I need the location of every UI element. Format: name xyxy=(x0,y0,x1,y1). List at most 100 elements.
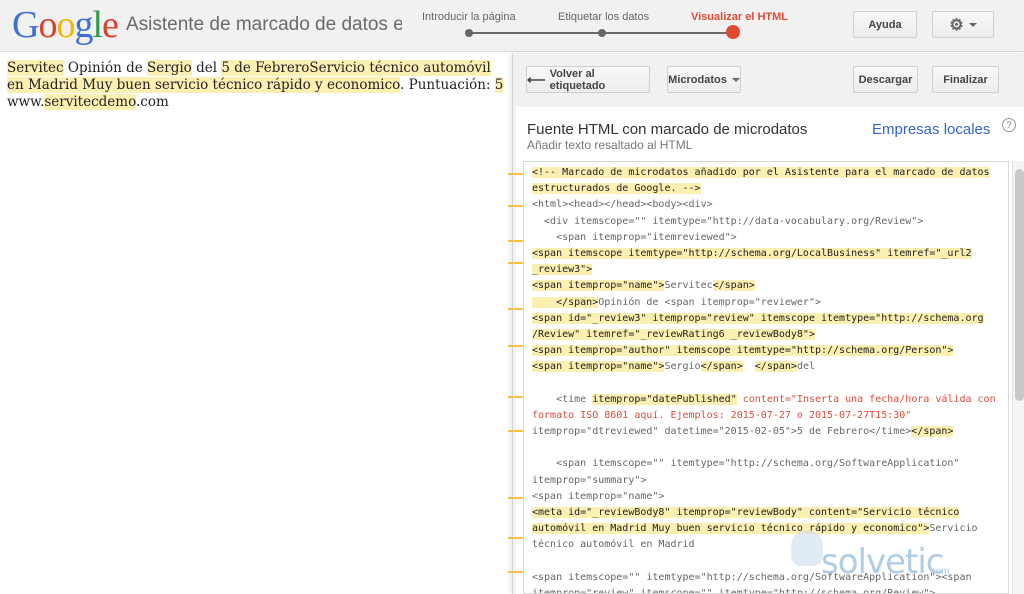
step-label-view-html: Visualizar el HTML xyxy=(691,11,788,23)
local-business-link[interactable]: Empresas locales xyxy=(872,121,990,138)
highlighted-text[interactable]: servitecdemo xyxy=(44,94,136,110)
code-line: <span id="_review3" itemprop="review" it… xyxy=(532,311,1000,327)
code-line: <time itemprop="datePublished" content="… xyxy=(532,392,1000,408)
code-highlight: /Review" itemref="_reviewRating6 _review… xyxy=(532,328,815,340)
highlighted-text[interactable]: Servitec xyxy=(7,60,64,76)
document-preview: Servitec Opinión de Sergio del 5 de Febr… xyxy=(0,53,512,594)
code-highlight: </span> xyxy=(712,280,755,292)
solvetic-watermark: solvetic .com xyxy=(785,520,955,590)
code-warning: content="Inserta una fecha/hora válida c… xyxy=(736,393,996,405)
code-text: <div itemscope="" itemtype="http://data-… xyxy=(532,215,924,227)
scroll-marker xyxy=(508,308,523,310)
step-label-enter-page[interactable]: Introducir la página xyxy=(422,11,516,23)
code-highlight: itemprop="datePublished" xyxy=(592,393,737,405)
scroll-marker xyxy=(508,430,523,432)
code-text: <span itemscope="" itemtype="http://sche… xyxy=(532,458,960,470)
step-dot-tag-data[interactable] xyxy=(598,29,606,37)
scroll-marker xyxy=(508,497,523,499)
code-text: <span itemprop="itemreviewed"> xyxy=(532,231,737,243)
code-line: <span itemprop="name"> xyxy=(532,489,1000,505)
chevron-down-icon xyxy=(968,22,977,27)
mascot-icon xyxy=(791,530,823,566)
format-label: Microdatos xyxy=(668,73,727,86)
document-text: .com xyxy=(135,94,169,110)
back-to-tagging-button[interactable]: ⟵ Volver al etiquetado xyxy=(526,66,650,93)
document-text: . Puntuación: xyxy=(400,77,495,93)
code-highlight: <meta id="_reviewBody8" itemprop="review… xyxy=(532,506,960,518)
code-highlight: </span> xyxy=(700,361,743,373)
code-line: <html><head></head><body><div> xyxy=(532,197,1000,213)
help-button[interactable]: Ayuda xyxy=(853,11,917,38)
code-line: itemprop="summary"> xyxy=(532,473,1000,489)
format-dropdown[interactable]: Microdatos xyxy=(667,66,741,93)
scroll-marker xyxy=(508,205,523,207)
chevron-down-icon xyxy=(731,77,740,82)
gear-icon: ⚙ xyxy=(949,16,964,34)
document-text: Opinión de xyxy=(63,60,147,76)
code-line: </span>Opinión de <span itemprop="review… xyxy=(532,295,1000,311)
scroll-marker xyxy=(508,396,523,398)
code-text: Sergio xyxy=(664,361,701,373)
document-text: www. xyxy=(7,94,45,110)
app-title: Asistente de marcado de datos estructura… xyxy=(126,14,402,35)
code-text: <html><head></head><body><div> xyxy=(532,199,713,211)
step-dot-enter-page[interactable] xyxy=(465,29,473,37)
watermark-text: solvetic xyxy=(821,542,944,582)
help-icon[interactable]: ? xyxy=(1002,118,1016,132)
code-text: <span itemprop="name"> xyxy=(532,490,665,502)
scroll-marker xyxy=(508,262,523,264)
code-highlight: <!-- Marcado de microdatos añadido por e… xyxy=(532,167,990,178)
code-highlight: <span itemprop="author" itemscope itemty… xyxy=(532,345,954,357)
code-text: del xyxy=(796,361,815,373)
watermark-suffix: .com xyxy=(928,566,950,577)
scroll-marker xyxy=(508,345,523,347)
code-line: _review3"> xyxy=(532,262,1000,278)
scroll-marker xyxy=(508,173,523,175)
code-line: itemprop="dtreviewed" datetime="2015-02-… xyxy=(532,424,1000,440)
code-highlight: <span itemprop="name"> xyxy=(532,361,665,373)
code-line: <meta id="_reviewBody8" itemprop="review… xyxy=(532,505,1000,521)
code-highlight: estructurados de Google. --> xyxy=(532,183,701,195)
code-text: <time xyxy=(532,393,593,405)
progress-steps: Introducir la página Etiquetar los datos… xyxy=(420,0,800,52)
arrow-left-icon: ⟵ xyxy=(527,71,546,87)
highlighted-text[interactable]: Sergio xyxy=(147,60,192,76)
google-logo: Google xyxy=(12,4,119,46)
back-label: Volver al etiquetado xyxy=(549,67,606,92)
download-button[interactable]: Descargar xyxy=(853,66,918,93)
html-panel: ⟵ Volver al etiquetado Microdatos Descarg… xyxy=(512,53,1024,594)
settings-button[interactable]: ⚙ xyxy=(932,11,994,38)
code-text: itemprop="dtreviewed" datetime="2015-02-… xyxy=(532,426,912,437)
highlighted-text[interactable]: 5 xyxy=(494,77,504,93)
code-highlight: <span itemprop="name"> xyxy=(532,280,665,292)
code-highlight: _review3"> xyxy=(532,264,593,276)
panel-subtitle: Añadir texto resaltado al HTML xyxy=(527,138,693,152)
code-text: Servitec xyxy=(664,280,713,292)
document-text: del xyxy=(191,60,222,76)
finish-button[interactable]: Finalizar xyxy=(932,66,999,93)
code-line: <span itemscope="" itemtype="http://sche… xyxy=(532,456,1000,472)
code-highlight: </span> xyxy=(911,426,954,437)
code-line: /Review" itemref="_reviewRating6 _review… xyxy=(532,327,1000,343)
code-line: <div itemscope="" itemtype="http://data-… xyxy=(532,214,1000,230)
scrollbar-thumb[interactable] xyxy=(1015,169,1024,401)
code-highlight: </span> xyxy=(754,361,797,373)
code-text: técnico automóvil en Madrid xyxy=(532,539,695,551)
code-highlight: <span itemscope itemtype="http://schema.… xyxy=(532,247,972,259)
code-text: Opinión de <span itemprop="reviewer"> xyxy=(598,296,821,308)
code-highlight: <span id="_review3" itemprop="review" it… xyxy=(532,312,984,324)
code-line: formato ISO 8601 aquí. Ejemplos: 2015-07… xyxy=(532,408,1000,424)
code-line: <span itemprop="itemreviewed"> xyxy=(532,230,1000,246)
code-line: <span itemprop="author" itemscope itemty… xyxy=(532,343,1000,359)
panel-title: Fuente HTML con marcado de microdatos xyxy=(527,121,808,138)
highlighted-text[interactable]: 5 de Febrero xyxy=(221,60,310,76)
code-line: <span itemscope itemtype="http://schema.… xyxy=(532,246,1000,262)
step-dot-view-html xyxy=(726,25,740,39)
step-label-tag-data[interactable]: Etiquetar los datos xyxy=(558,11,649,23)
code-line: <!-- Marcado de microdatos añadido por e… xyxy=(532,165,1000,181)
code-highlight: </span> xyxy=(532,296,599,308)
app-header: Google Asistente de marcado de datos est… xyxy=(0,0,1024,52)
code-scrollbar[interactable] xyxy=(1012,161,1024,594)
